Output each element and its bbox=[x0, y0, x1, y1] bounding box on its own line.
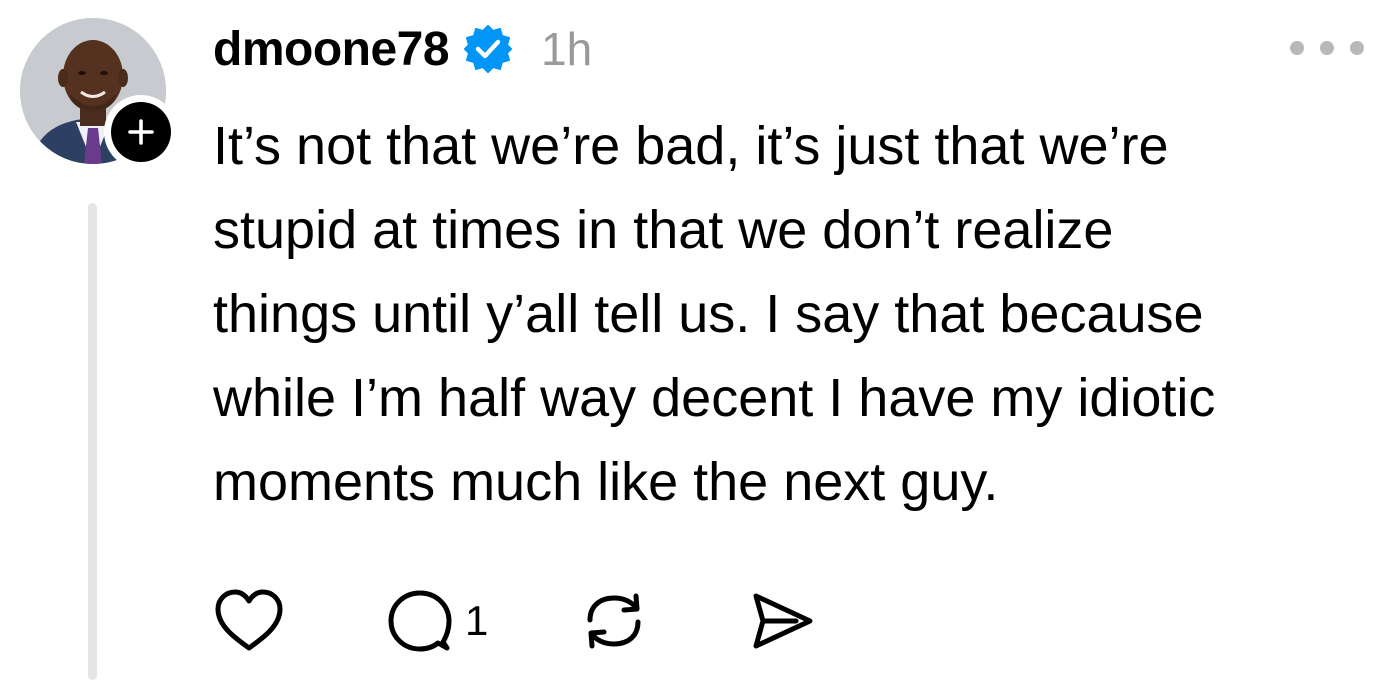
verified-badge-icon bbox=[463, 24, 513, 74]
reply-count: 1 bbox=[465, 597, 489, 644]
more-dot bbox=[1350, 41, 1364, 55]
heart-icon bbox=[215, 589, 283, 651]
username[interactable]: dmoone78 bbox=[213, 22, 450, 77]
reply-button[interactable]: 1 bbox=[385, 588, 488, 654]
follow-button[interactable] bbox=[104, 95, 178, 169]
post-header: dmoone78 1h bbox=[213, 14, 592, 84]
like-button[interactable] bbox=[213, 588, 285, 654]
more-dot bbox=[1290, 41, 1304, 55]
follow-badge-inner bbox=[111, 102, 171, 162]
repost-icon bbox=[587, 593, 641, 649]
more-dot bbox=[1320, 41, 1334, 55]
post-actions: 1 bbox=[213, 584, 816, 658]
post-text: It’s not that we’re bad, it’s just that … bbox=[213, 116, 1216, 512]
plus-icon bbox=[128, 119, 154, 145]
thread-line bbox=[88, 203, 97, 680]
thread-post: dmoone78 1h It’s not that we’re bad, it’… bbox=[0, 0, 1394, 680]
comment-icon bbox=[388, 590, 452, 652]
share-button[interactable] bbox=[748, 588, 816, 654]
send-icon bbox=[753, 593, 813, 649]
more-icon[interactable] bbox=[1290, 30, 1364, 66]
repost-button[interactable] bbox=[580, 588, 648, 654]
post-timestamp: 1h bbox=[541, 23, 593, 75]
